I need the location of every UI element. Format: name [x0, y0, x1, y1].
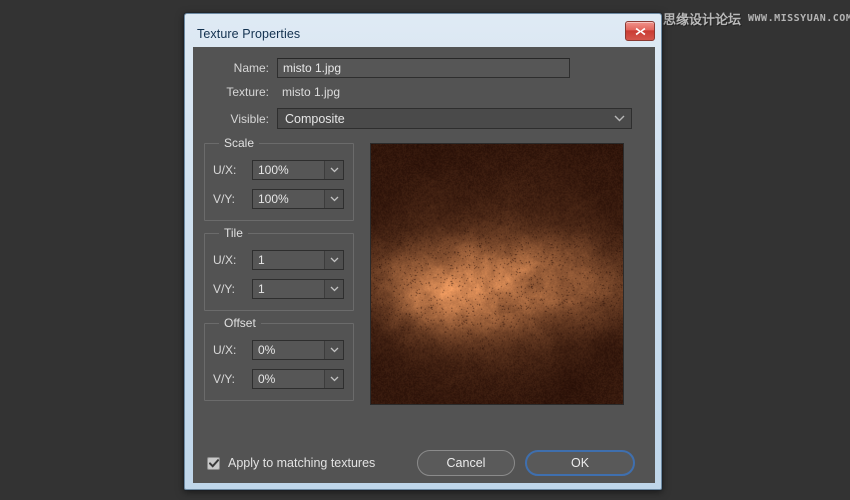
name-label: Name: — [233, 61, 269, 75]
offset-ux-label: U/X: — [213, 343, 237, 357]
chevron-down-icon — [614, 109, 625, 128]
chevron-down-icon[interactable] — [324, 341, 343, 359]
chevron-down-icon[interactable] — [324, 161, 343, 179]
scale-ux-row: U/X: 100% — [213, 160, 344, 180]
close-icon — [635, 27, 645, 35]
visible-select[interactable]: Composite — [277, 108, 632, 129]
scale-ux-label: U/X: — [213, 163, 237, 177]
cancel-button[interactable]: Cancel — [417, 450, 515, 476]
scale-vy-label: V/Y: — [213, 192, 236, 206]
scale-vy-combo[interactable]: 100% — [252, 189, 344, 209]
scale-ux-combo[interactable]: 100% — [252, 160, 344, 180]
tile-vy-row: V/Y: 1 — [213, 279, 344, 299]
tile-vy-label: V/Y: — [213, 282, 236, 296]
checkbox-box[interactable] — [207, 456, 220, 470]
offset-vy-row: V/Y: 0% — [213, 369, 344, 389]
group-tile: Tile U/X: 1 V/Y: 1 — [204, 226, 354, 311]
offset-vy-value: 0% — [258, 372, 276, 386]
visible-label: Visible: — [230, 111, 269, 126]
watermark-chinese-text: 思缘设计论坛 — [663, 13, 742, 28]
scale-ux-value: 100% — [258, 163, 289, 177]
apply-matching-textures-checkbox[interactable]: Apply to matching textures — [207, 456, 375, 470]
ok-button[interactable]: OK — [525, 450, 635, 476]
texture-row: Texture: misto 1.jpg — [193, 85, 655, 99]
group-scale-title: Scale — [219, 136, 260, 150]
offset-ux-value: 0% — [258, 343, 276, 357]
tile-vy-combo[interactable]: 1 — [252, 279, 344, 299]
watermark: 思缘设计论坛 WWW.MISSYUAN.COM — [663, 9, 850, 28]
chevron-down-icon[interactable] — [324, 251, 343, 269]
tile-vy-value: 1 — [258, 282, 265, 296]
group-tile-title: Tile — [219, 226, 248, 240]
chevron-down-icon[interactable] — [324, 370, 343, 388]
scale-vy-row: V/Y: 100% — [213, 189, 344, 209]
name-row: Name: — [193, 58, 655, 78]
offset-vy-label: V/Y: — [213, 372, 236, 386]
group-offset-title: Offset — [219, 316, 261, 330]
visible-row: Visible: Composite — [193, 108, 655, 129]
tile-ux-value: 1 — [258, 253, 265, 267]
tile-ux-row: U/X: 1 — [213, 250, 344, 270]
chevron-down-icon[interactable] — [324, 280, 343, 298]
close-button[interactable] — [625, 21, 655, 41]
texture-label: Texture: — [226, 85, 269, 99]
texture-preview — [370, 143, 624, 405]
offset-ux-combo[interactable]: 0% — [252, 340, 344, 360]
group-scale: Scale U/X: 100% V/Y: 100% — [204, 136, 354, 221]
visible-selected-value: Composite — [285, 111, 345, 126]
tile-ux-label: U/X: — [213, 253, 237, 267]
dialog-body: Name: Texture: misto 1.jpg Visible: Comp… — [193, 47, 655, 483]
dialog-titlebar[interactable]: Texture Properties — [192, 21, 655, 46]
tile-ux-combo[interactable]: 1 — [252, 250, 344, 270]
texture-preview-canvas — [371, 144, 623, 404]
name-input[interactable] — [277, 58, 570, 78]
watermark-url-text: WWW.MISSYUAN.COM — [748, 13, 850, 24]
apply-matching-textures-label: Apply to matching textures — [228, 456, 376, 470]
texture-value: misto 1.jpg — [282, 85, 341, 99]
dialog-footer: Apply to matching textures Cancel OK — [193, 443, 655, 483]
texture-properties-dialog: Texture Properties Name: Texture: misto … — [184, 13, 662, 490]
group-offset: Offset U/X: 0% V/Y: 0% — [204, 316, 354, 401]
chevron-down-icon[interactable] — [324, 190, 343, 208]
dialog-title: Texture Properties — [197, 26, 301, 41]
offset-vy-combo[interactable]: 0% — [252, 369, 344, 389]
scale-vy-value: 100% — [258, 192, 289, 206]
check-icon — [208, 458, 219, 468]
offset-ux-row: U/X: 0% — [213, 340, 344, 360]
